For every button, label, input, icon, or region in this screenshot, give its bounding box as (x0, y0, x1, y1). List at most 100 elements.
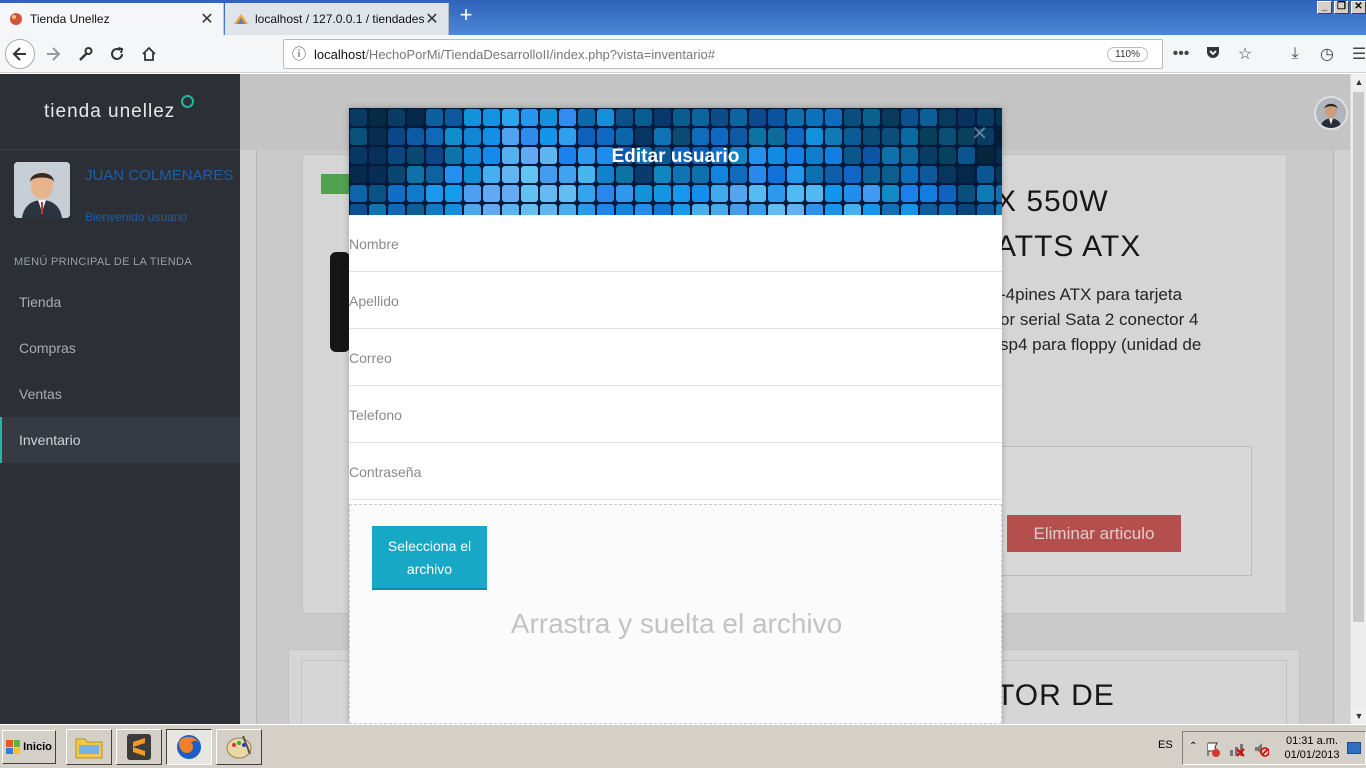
apellido-input[interactable] (349, 286, 989, 316)
mosaic-tile (863, 185, 880, 202)
restore-icon[interactable]: ❐ (1334, 1, 1349, 14)
page-actions-icon[interactable]: ••• (1170, 45, 1192, 63)
tab-phpmyadmin[interactable]: localhost / 127.0.0.1 / tiendadesarrollo… (225, 3, 449, 35)
mosaic-tile (445, 109, 462, 126)
mosaic-tile (673, 185, 690, 202)
info-icon[interactable]: ⓘ (284, 44, 314, 64)
mosaic-tile (464, 166, 481, 183)
mosaic-tile (388, 166, 405, 183)
close-tab-icon[interactable]: ✕ (424, 9, 440, 29)
mosaic-tile (768, 185, 785, 202)
minimize-icon[interactable]: _ (1317, 1, 1332, 14)
sidebar-item-tienda[interactable]: Tienda (0, 279, 240, 325)
home-icon[interactable] (134, 39, 164, 69)
pocket-icon[interactable] (1202, 44, 1224, 65)
system-clock[interactable]: 01:31 a.m. 01/01/2013 (1283, 734, 1341, 762)
mosaic-tile (996, 128, 1002, 145)
zoom-level-badge[interactable]: 110% (1107, 46, 1148, 62)
mosaic-tile (825, 128, 842, 145)
site-favicon-icon (8, 11, 24, 27)
mosaic-tile (426, 166, 443, 183)
close-tab-icon[interactable]: ✕ (199, 9, 215, 29)
mosaic-tile (369, 109, 386, 126)
language-indicator[interactable]: ES (1158, 739, 1173, 751)
telefono-input[interactable] (349, 400, 989, 430)
sidebar-item-ventas[interactable]: Ventas (0, 371, 240, 417)
history-clock-icon[interactable]: ◷ (1316, 44, 1338, 64)
url-bar[interactable]: ⓘ localhost/HechoPorMi/TiendaDesarrolloI… (283, 39, 1163, 69)
tab-tienda-unellez[interactable]: Tienda Unellez ✕ (0, 3, 224, 35)
action-center-flag-icon[interactable] (1205, 741, 1221, 757)
mosaic-tile (806, 166, 823, 183)
select-file-button[interactable]: Selecciona el archivo (372, 526, 487, 590)
mosaic-tile (673, 204, 690, 215)
menu-hamburger-icon[interactable]: ☰ (1348, 44, 1366, 64)
firefox-app[interactable] (166, 729, 212, 765)
mosaic-tile (920, 204, 937, 215)
mosaic-tile (882, 185, 899, 202)
brand-logo[interactable]: tienda unellez (0, 74, 240, 150)
start-label: Inicio (23, 741, 52, 753)
brand-ring-icon (181, 95, 194, 108)
url-host: localhost (314, 46, 366, 62)
close-icon[interactable]: ✕ (971, 121, 988, 146)
scroll-down-icon[interactable]: ▼ (1351, 708, 1366, 724)
firefox-icon (177, 735, 201, 759)
page-scrollbar[interactable]: ▲ ▼ (1350, 74, 1366, 724)
back-arrow-icon[interactable] (5, 39, 35, 69)
mosaic-tile (939, 166, 956, 183)
download-icon[interactable]: ⤓ (1284, 45, 1306, 63)
mosaic-tile (540, 204, 557, 215)
mosaic-tile (673, 128, 690, 145)
mosaic-tile (521, 109, 538, 126)
mosaic-tile (768, 166, 785, 183)
volume-muted-icon[interactable] (1253, 741, 1270, 757)
network-disconnected-icon[interactable] (1229, 741, 1245, 757)
sidebar-item-compras[interactable]: Compras (0, 325, 240, 371)
mosaic-tile (939, 128, 956, 145)
file-dropzone[interactable]: Selecciona el archivo Arrastra y suelta … (349, 504, 1002, 724)
mosaic-tile (939, 109, 956, 126)
sidebar-item-inventario[interactable]: Inventario (0, 417, 240, 463)
mosaic-tile (616, 109, 633, 126)
mosaic-tile (502, 204, 519, 215)
mosaic-tile (787, 109, 804, 126)
nombre-input[interactable] (349, 229, 989, 259)
mosaic-tile (483, 185, 500, 202)
forward-arrow-icon[interactable] (38, 39, 68, 69)
paint-app[interactable] (216, 729, 262, 765)
close-window-icon[interactable]: ✕ (1351, 1, 1366, 14)
show-desktop-icon[interactable] (1347, 742, 1361, 754)
scroll-up-icon[interactable]: ▲ (1351, 74, 1366, 90)
tab-title: localhost / 127.0.0.1 / tiendadesarrollo (255, 12, 424, 26)
new-tab-icon[interactable]: + (455, 4, 477, 27)
wrench-icon[interactable] (70, 39, 100, 69)
contrasena-input[interactable] (349, 457, 989, 487)
mosaic-tile (939, 185, 956, 202)
sublime-text-app[interactable] (116, 729, 162, 765)
browser-navigation-bar: ⓘ localhost/HechoPorMi/TiendaDesarrolloI… (0, 35, 1366, 73)
reload-icon[interactable] (102, 39, 132, 69)
telefono-field (349, 386, 1002, 443)
mosaic-tile (635, 204, 652, 215)
mosaic-tile (806, 204, 823, 215)
phpmyadmin-favicon-icon (233, 11, 249, 27)
mosaic-tile (692, 166, 709, 183)
mosaic-tile (483, 128, 500, 145)
mosaic-tile (920, 128, 937, 145)
mosaic-tile (844, 128, 861, 145)
start-button[interactable]: Inicio (2, 730, 56, 764)
scrollbar-thumb[interactable] (1353, 92, 1364, 622)
mosaic-tile (863, 109, 880, 126)
mosaic-tile (920, 109, 937, 126)
show-hidden-icons-icon[interactable]: ⌃ (1189, 741, 1197, 752)
correo-input[interactable] (349, 343, 989, 373)
mosaic-tile (464, 128, 481, 145)
nombre-field (349, 215, 1002, 272)
mosaic-tile (692, 109, 709, 126)
mosaic-tile (635, 185, 652, 202)
mosaic-tile (464, 109, 481, 126)
bookmark-star-icon[interactable]: ☆ (1234, 44, 1256, 64)
file-explorer-app[interactable] (66, 729, 112, 765)
mosaic-tile (540, 166, 557, 183)
